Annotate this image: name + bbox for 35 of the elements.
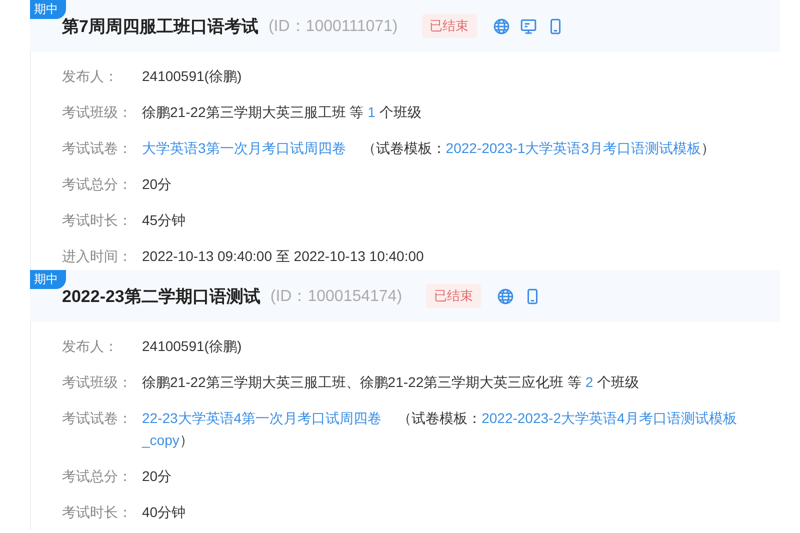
field-value: 40分钟 bbox=[142, 503, 187, 522]
class-count-link[interactable]: 1 bbox=[368, 104, 376, 120]
status-badge: 已结束 bbox=[422, 14, 477, 38]
paper-info: 大学英语3第一次月考口试周四卷 （试卷模板：2022-2023-1大学英语3月考口语测试模板） bbox=[142, 139, 716, 158]
status-badge: 已结束 bbox=[426, 284, 482, 308]
field-label: 考试试卷： bbox=[62, 139, 133, 158]
field-value: 2022-10-13 09:40:00 至 2022-10-13 10:40:00 bbox=[142, 247, 425, 266]
field-label: 考试试卷： bbox=[62, 409, 133, 428]
class-count-link[interactable]: 2 bbox=[585, 374, 594, 390]
field-label: 考试时长： bbox=[62, 503, 133, 522]
term-tag: 期中 bbox=[30, 270, 66, 289]
globe-icon[interactable] bbox=[497, 288, 514, 304]
field-label: 考试总分： bbox=[62, 175, 133, 194]
field-label: 进入时间： bbox=[62, 247, 133, 266]
exam-id: (ID：1000111071) bbox=[268, 16, 398, 36]
field-value: 20分 bbox=[142, 467, 173, 486]
field-label: 考试班级： bbox=[62, 373, 133, 392]
field-label: 考试时长： bbox=[62, 211, 133, 230]
paper-info: 22-23大学英语4第一次月考口试周四卷 （试卷模板：2022-2023-2大学英语4月考口语测试模板_copy） bbox=[142, 409, 738, 450]
field-value: 24100591(徐鹏) bbox=[142, 67, 243, 86]
field-label: 发布人： bbox=[62, 337, 119, 356]
field-value: 20分 bbox=[142, 175, 173, 194]
field-label: 考试总分： bbox=[62, 467, 133, 486]
paper-link[interactable]: 22-23大学英语4第一次月考口试周四卷 bbox=[142, 410, 382, 426]
field-value: 45分钟 bbox=[142, 211, 187, 230]
exam-id: (ID：1000154174) bbox=[270, 286, 402, 306]
class-list: 徐鹏21-22第三学期大英三服工班、徐鹏21-22第三学期大英三应化班 等 2 个班级 bbox=[142, 371, 746, 393]
monitor-icon[interactable] bbox=[520, 18, 537, 34]
field-value: 24100591(徐鹏) bbox=[142, 337, 243, 356]
class-list: 徐鹏21-22第三学期大英三服工班 等 1 个班级 bbox=[142, 101, 746, 123]
field-label: 发布人： bbox=[62, 67, 119, 86]
field-label: 考试班级： bbox=[62, 103, 133, 122]
term-tag: 期中 bbox=[30, 0, 66, 19]
paper-link[interactable]: 大学英语3第一次月考口试周四卷 bbox=[142, 140, 346, 156]
globe-icon[interactable] bbox=[492, 18, 510, 34]
